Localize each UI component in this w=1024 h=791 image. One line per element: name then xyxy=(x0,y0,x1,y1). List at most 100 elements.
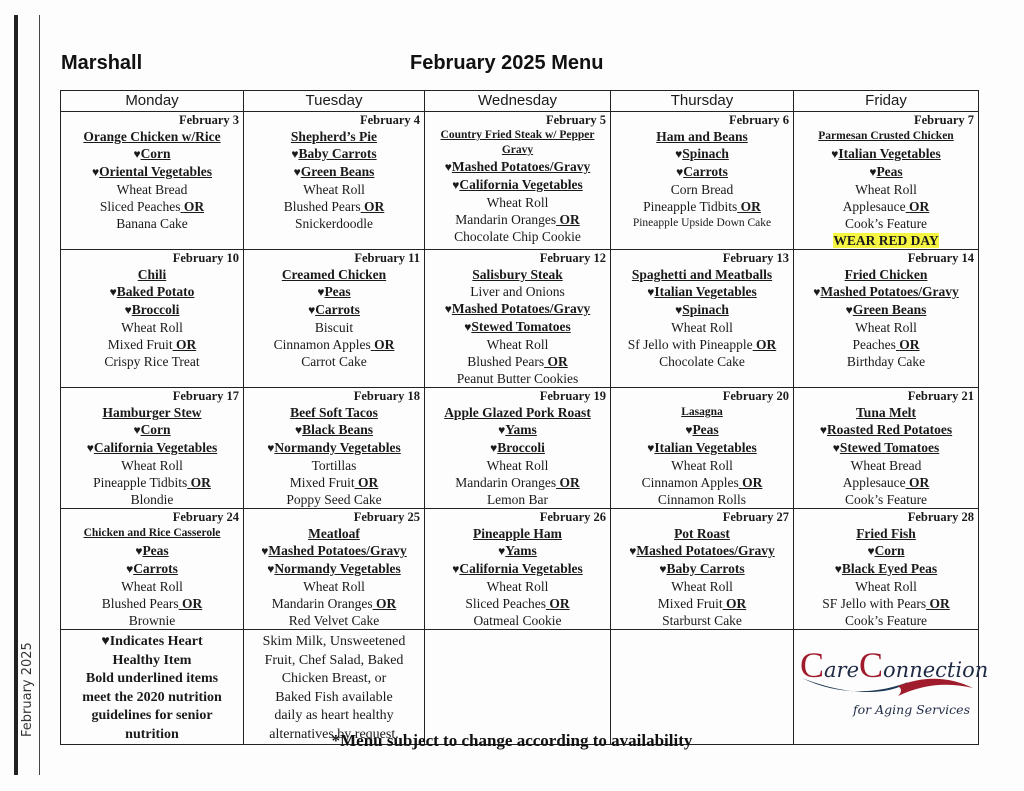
item-text: Mixed Fruit xyxy=(657,596,723,611)
entree-text: Chili xyxy=(137,267,167,282)
entree: Shepherd’s Pie xyxy=(248,128,420,145)
dessert-option: Blushed Pears OR xyxy=(65,595,239,612)
item-text: California Vegetables xyxy=(93,440,218,455)
dessert-option: Sf Jello with Pineapple OR xyxy=(615,336,789,353)
item-text: Normandy Vegetables xyxy=(274,561,401,576)
heart-healthy-item: ♥Peas xyxy=(248,283,420,301)
or-text: OR xyxy=(740,199,761,214)
item-text: Black Eyed Peas xyxy=(841,561,938,576)
entree-text: Lasagna xyxy=(681,406,723,418)
menu-item: Biscuit xyxy=(314,320,354,335)
or-label: OR xyxy=(371,337,394,352)
day-date: February 10 xyxy=(172,251,239,265)
item-text: Roasted Red Potatoes xyxy=(826,422,953,437)
item-text: Baked Potato xyxy=(116,284,195,299)
day-cell: February 7 Parmesan Crusted Chicken ♥Itali… xyxy=(793,111,979,250)
item-text: Spinach xyxy=(682,302,729,317)
item-text: Mixed Fruit xyxy=(289,475,355,490)
day-date: February 13 xyxy=(722,251,789,265)
site-name: Marshall xyxy=(61,52,143,74)
weekday-header: Monday xyxy=(60,90,244,112)
menu-item: Wheat Roll xyxy=(855,320,917,335)
day-date: February 4 xyxy=(359,113,420,127)
entree: Spaghetti and Meatballs xyxy=(615,266,789,283)
menu-item: Oatmeal Cookie xyxy=(473,613,562,628)
heart-healthy-item: ♥Green Beans xyxy=(248,163,420,181)
item-text: Mashed Potatoes/Gravy xyxy=(820,284,959,299)
item-text: Cinnamon Apples xyxy=(273,337,371,352)
or-text: OR xyxy=(559,212,580,227)
entree: Fried Fish xyxy=(798,525,974,542)
or-text: OR xyxy=(909,475,930,490)
heart-icon: ♥ xyxy=(444,160,452,174)
entree: Chicken and Rice Casserole xyxy=(65,525,239,542)
heart-healthy-item: ♥Carrots xyxy=(65,560,239,578)
week-row: February 17 Hamburger Stew ♥Corn ♥Californi… xyxy=(60,387,979,509)
or-label: OR xyxy=(544,354,568,369)
or-text: OR xyxy=(899,337,920,352)
entree-text: Hamburger Stew xyxy=(102,405,202,420)
menu-item: Corn Bread xyxy=(670,182,734,197)
entree-text: Orange Chicken w/Rice xyxy=(83,129,221,144)
dessert-option: Applesauce OR xyxy=(798,474,974,491)
dessert-option: Pineapple Tidbits OR xyxy=(65,474,239,491)
special-event: WEAR RED DAY xyxy=(798,232,974,249)
or-text: OR xyxy=(929,596,950,611)
or-label: OR xyxy=(373,596,397,611)
legend-line: ♥Indicates Heart xyxy=(101,634,203,649)
or-label: OR xyxy=(723,596,746,611)
or-label: OR xyxy=(556,212,580,227)
left-margin-rule xyxy=(39,15,40,775)
dessert-option: Mixed Fruit OR xyxy=(248,474,420,491)
dessert-option: Mandarin Oranges OR xyxy=(429,211,606,228)
or-label: OR xyxy=(926,596,950,611)
item-text: Green Beans xyxy=(852,302,927,317)
menu-calendar-table: Monday Tuesday Wednesday Thursday Friday… xyxy=(60,90,988,745)
entree: Tuna Melt xyxy=(798,404,974,421)
heart-healthy-item: ♥Broccoli xyxy=(429,439,606,457)
item-text: Mashed Potatoes/Gravy xyxy=(451,159,591,174)
dessert-option: SF Jello with Pears OR xyxy=(798,595,974,612)
alternatives-line: Skim Milk, Unsweetened xyxy=(262,634,406,649)
item-text: Mandarin Oranges xyxy=(455,475,557,490)
item-text: Blushed Pears xyxy=(467,354,545,369)
week-row: February 3 Orange Chicken w/Rice ♥Corn ♥Ori… xyxy=(60,111,979,250)
entree-text: Spaghetti and Meatballs xyxy=(631,267,773,282)
day-cell: February 13 Spaghetti and Meatballs ♥Itali… xyxy=(610,249,794,388)
day-cell: February 20 Lasagna ♥Peas ♥Italian Vegetabl… xyxy=(610,387,794,509)
dessert-option: Cinnamon Apples OR xyxy=(615,474,789,491)
entree-text: Beef Soft Tacos xyxy=(290,405,378,420)
item-text: California Vegetables xyxy=(459,561,583,576)
menu-item: Chocolate Cake xyxy=(659,354,745,369)
heart-healthy-item: ♥Mashed Potatoes/Gravy xyxy=(798,283,974,301)
legend-line: Healthy Item xyxy=(112,652,192,668)
day-date: February 25 xyxy=(353,510,420,524)
entree: Country Fried Steak w/ Pepper Gravy xyxy=(429,128,606,158)
entree-text: Creamed Chicken xyxy=(281,267,387,282)
item-text: Blushed Pears xyxy=(283,199,361,214)
dessert-option: Mandarin Oranges OR xyxy=(248,595,420,612)
or-text: OR xyxy=(375,596,397,611)
heart-healthy-item: ♥Normandy Vegetables xyxy=(248,560,420,578)
day-date: February 28 xyxy=(907,510,974,524)
heart-healthy-item: ♥Italian Vegetables xyxy=(798,145,974,163)
entree-text: Salisbury Steak xyxy=(472,267,563,282)
heart-healthy-item: ♥Mashed Potatoes/Gravy xyxy=(248,542,420,560)
entree-text: Pot Roast xyxy=(674,526,730,541)
menu-item: Cinnamon Rolls xyxy=(657,492,747,507)
heart-icon: ♥ xyxy=(867,544,875,558)
heart-healthy-item: ♥Baked Potato xyxy=(65,283,239,301)
care-connection-logo: CareConnection for Aging Services xyxy=(798,630,988,738)
page-title: February 2025 Menu xyxy=(410,52,604,74)
heart-icon: ♥ xyxy=(133,147,141,161)
heart-healthy-item: ♥Corn xyxy=(65,421,239,439)
item-text: Mandarin Oranges xyxy=(271,596,373,611)
entree: Parmesan Crusted Chicken xyxy=(798,128,974,145)
menu-item: Liver and Onions xyxy=(470,284,565,299)
or-label: OR xyxy=(361,199,384,214)
item-text: Normandy Vegetables xyxy=(274,440,401,455)
or-label: OR xyxy=(896,337,920,352)
entree: Apple Glazed Pork Roast xyxy=(429,404,606,421)
heart-icon: ♥ xyxy=(834,562,842,576)
entree-text: Parmesan Crusted Chicken xyxy=(818,130,954,142)
